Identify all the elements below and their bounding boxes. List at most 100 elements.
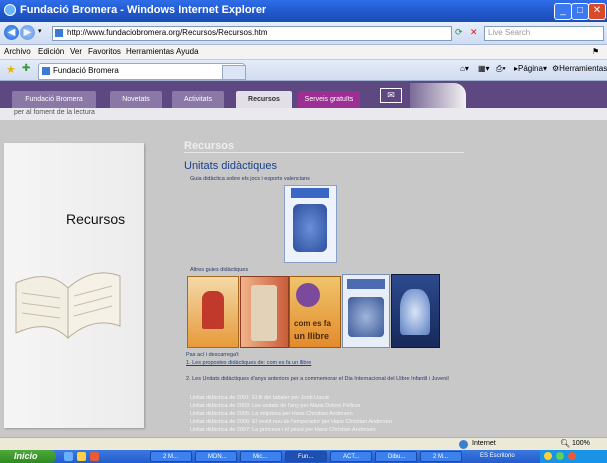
quicklaunch-icon[interactable]: [77, 452, 86, 461]
menu-bar: Archivo Edición Ver Favoritos Herramient…: [0, 45, 607, 60]
cover-title-block: [291, 188, 329, 198]
back-icon[interactable]: ◀: [4, 25, 19, 40]
menu-archivo[interactable]: Archivo: [4, 47, 31, 56]
taskbar-item[interactable]: Mic...: [240, 451, 282, 462]
quicklaunch-icon[interactable]: [90, 452, 99, 461]
maximize-icon[interactable]: □: [571, 3, 589, 20]
cover-illustration: [400, 289, 430, 335]
nav-serveis-gratuits[interactable]: Serveis gratuïts: [298, 91, 360, 108]
zoom-icon[interactable]: 🔍︎: [560, 439, 570, 448]
nav-fundacio-bromera[interactable]: Fundació Bromera: [12, 91, 96, 108]
guide-cover-com-es-fa-un-llibre[interactable]: com es fa un llibre: [289, 276, 341, 348]
guide-cover-valencians[interactable]: [284, 185, 337, 263]
zone-label: Internet: [472, 440, 496, 447]
guide-cover-5[interactable]: [391, 274, 440, 348]
zoom-level[interactable]: 100%: [572, 440, 590, 447]
open-book-image: [15, 272, 121, 340]
unit-link[interactable]: Unitat didàctica de 2001: El fil del tab…: [190, 395, 329, 401]
menu-ver[interactable]: Ver: [70, 47, 82, 56]
start-button[interactable]: Inicio: [0, 450, 56, 463]
tray-icon[interactable]: [556, 452, 564, 460]
left-pane: Recursos: [0, 120, 156, 437]
quicklaunch-icon[interactable]: [64, 452, 73, 461]
tab-label: Fundació Bromera: [53, 66, 119, 75]
menu-ayuda[interactable]: Ayuda: [176, 47, 199, 56]
divider: [184, 152, 464, 153]
unit-link[interactable]: Unitat didàctica de 2006: El vestit nou …: [190, 419, 392, 425]
window-title: Fundació Bromera - Windows Internet Expl…: [20, 4, 267, 16]
download-label: Pas ací i descarrega't: [186, 352, 239, 358]
feeds-icon[interactable]: ▦▾: [478, 64, 490, 73]
cover-title-block: [347, 279, 385, 289]
add-favorite-icon[interactable]: ✚: [22, 63, 30, 74]
search-input[interactable]: Live Search: [484, 26, 604, 41]
tray-language[interactable]: ES Escritorio: [480, 453, 515, 459]
minimize-icon[interactable]: _: [554, 3, 572, 20]
sidebar-title: Recursos: [66, 211, 126, 227]
other-guides-label: Altres guies didàctiques: [190, 267, 249, 273]
unit-link[interactable]: Unitat didàctica de 2003: Les unitats de…: [190, 403, 361, 409]
system-tray: [540, 450, 607, 463]
menu-herramientas[interactable]: Herramientas: [126, 47, 174, 56]
guide-cover-2[interactable]: [240, 276, 289, 348]
close-icon[interactable]: ✕: [588, 3, 606, 20]
taskbar-item[interactable]: 2 M...: [150, 451, 192, 462]
windows-flag-icon: ⚑: [592, 47, 600, 56]
taskbar-item[interactable]: 2 M...: [420, 451, 462, 462]
unit-link[interactable]: Unitat didàctica de 2007: La princesa i …: [190, 427, 376, 433]
mail-icon[interactable]: ✉: [380, 88, 402, 103]
taskbar-item[interactable]: Fun...: [285, 451, 327, 462]
cover-illustration: [348, 297, 384, 337]
forward-icon[interactable]: ▶: [20, 25, 35, 40]
print-icon[interactable]: ⎙▾: [496, 64, 506, 74]
nav-recursos[interactable]: Recursos: [236, 91, 292, 108]
taskbar: Inicio 2 M... MDN... Mic... Fun... ACT..…: [0, 450, 607, 463]
home-icon[interactable]: ⌂▾: [460, 64, 469, 73]
favorites-star-icon[interactable]: ★: [6, 63, 16, 76]
cover-figure: [296, 283, 320, 307]
page-menu-label: Página: [518, 64, 543, 73]
cover-figure: [251, 285, 277, 341]
tray-icon[interactable]: [568, 452, 576, 460]
tab-fundacio-bromera[interactable]: Fundació Bromera: [38, 63, 245, 80]
address-input[interactable]: http://www.fundaciobromera.org/Recursos/…: [52, 26, 452, 41]
search-placeholder: Live Search: [488, 28, 531, 37]
guide-cover-1[interactable]: [187, 276, 239, 348]
site-logo[interactable]: [410, 83, 466, 108]
site-nav: Fundació Bromera Novetats Activitats Rec…: [0, 81, 607, 108]
address-row: ◀ ▶ ▾ http://www.fundaciobromera.org/Rec…: [0, 22, 607, 45]
main-content: Recursos Unitats didàctiques Guia didàct…: [156, 120, 607, 437]
tab-toolbar: ★ ✚ Fundació Bromera ⌂▾ ▦▾ ⎙▾ ▸Página▾ ⚙…: [0, 60, 607, 81]
guide-cover-4[interactable]: [342, 274, 390, 348]
page-icon: [55, 29, 63, 37]
tools-menu-label: Herramientas: [559, 64, 607, 73]
menu-edicion[interactable]: Edición: [38, 47, 64, 56]
stop-icon[interactable]: ✕: [470, 27, 478, 38]
download-link[interactable]: 1. Les propostes didàctiques de: com es …: [186, 360, 311, 366]
refresh-icon[interactable]: ⟳: [455, 27, 463, 38]
ie-icon: [4, 4, 16, 16]
taskbar-item[interactable]: MDN...: [195, 451, 237, 462]
section-title: Unitats didàctiques: [184, 160, 277, 172]
title-bar: Fundació Bromera - Windows Internet Expl…: [0, 0, 607, 22]
chevron-down-icon[interactable]: ▾: [38, 27, 42, 35]
site-slogan: per al foment de la lectura: [14, 109, 95, 116]
nav-novetats[interactable]: Novetats: [110, 91, 162, 108]
taskbar-item[interactable]: ACT...: [330, 451, 372, 462]
tray-icon[interactable]: [544, 452, 552, 460]
cover-text-line-1: com es fa: [294, 319, 331, 328]
page-title: Recursos: [184, 140, 235, 152]
start-label: Inicio: [14, 451, 38, 461]
tools-menu[interactable]: ⚙Herramientas▾: [552, 64, 607, 73]
book-panel: Recursos: [4, 143, 144, 428]
nav-activitats[interactable]: Activitats: [172, 91, 224, 108]
site-slogan-bar: per al foment de la lectura: [0, 108, 607, 120]
globe-icon: [459, 440, 468, 449]
status-bar: Internet 🔍︎ 100%: [0, 437, 607, 451]
page-menu[interactable]: ▸Página▾: [514, 64, 547, 73]
new-tab-button[interactable]: [222, 65, 246, 80]
taskbar-item[interactable]: Dibu...: [375, 451, 417, 462]
address-url: http://www.fundaciobromera.org/Recursos/…: [67, 28, 268, 37]
unit-link[interactable]: Unitat didàctica de 2005: La mitjotera p…: [190, 411, 353, 417]
menu-favoritos[interactable]: Favoritos: [88, 47, 121, 56]
